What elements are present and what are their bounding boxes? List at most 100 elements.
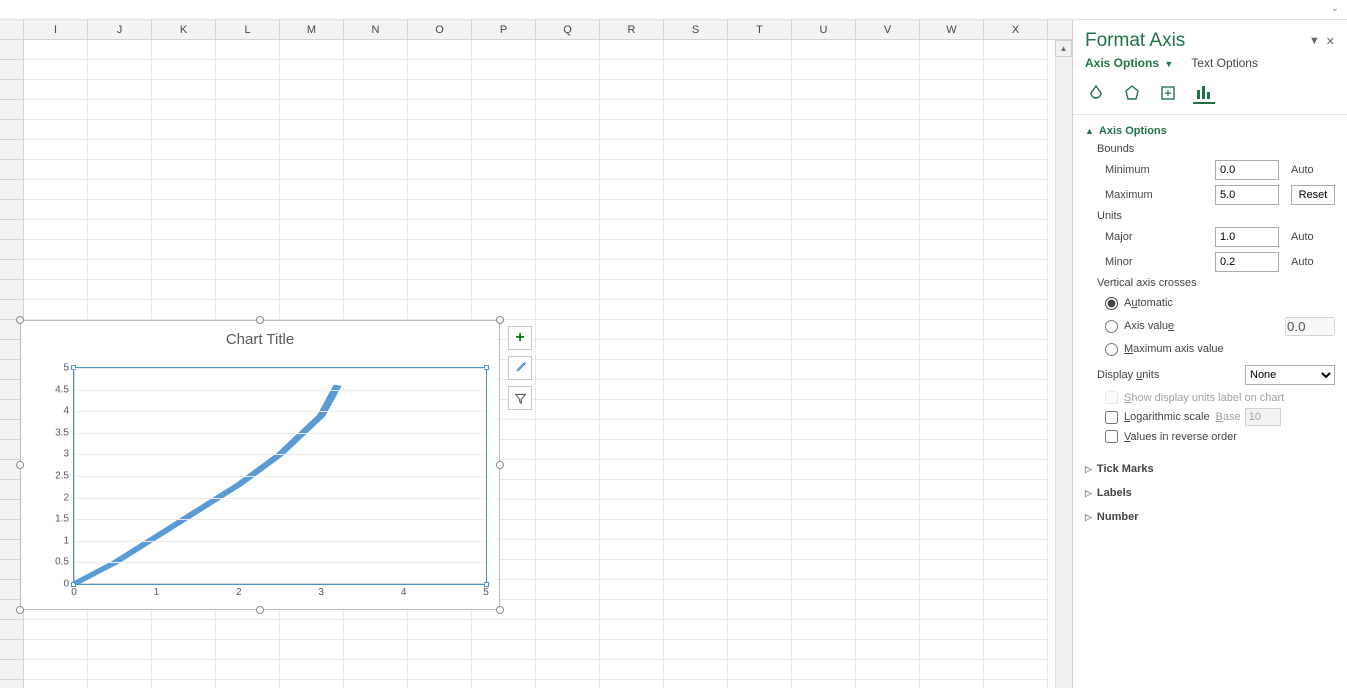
maximum-input[interactable]	[1215, 185, 1279, 205]
cell[interactable]	[152, 680, 216, 688]
cell[interactable]	[728, 380, 792, 400]
cell[interactable]	[920, 200, 984, 220]
cell[interactable]	[728, 100, 792, 120]
cell[interactable]	[728, 320, 792, 340]
cell[interactable]	[984, 100, 1048, 120]
cell[interactable]	[664, 360, 728, 380]
cell[interactable]	[216, 280, 280, 300]
cell[interactable]	[216, 260, 280, 280]
col-header[interactable]: P	[472, 20, 536, 39]
cell[interactable]	[408, 40, 472, 60]
cell[interactable]	[600, 480, 664, 500]
labels-section[interactable]: ▷Labels	[1073, 481, 1347, 505]
cell[interactable]	[792, 100, 856, 120]
cell[interactable]	[920, 460, 984, 480]
cell[interactable]	[536, 600, 600, 620]
cell[interactable]	[728, 240, 792, 260]
cell[interactable]	[792, 480, 856, 500]
reverse-order-checkbox[interactable]	[1105, 430, 1118, 443]
cell[interactable]	[408, 100, 472, 120]
cell[interactable]	[536, 660, 600, 680]
cell[interactable]	[600, 180, 664, 200]
cell[interactable]	[984, 680, 1048, 688]
cell[interactable]	[664, 680, 728, 688]
cell[interactable]	[728, 260, 792, 280]
cell[interactable]	[856, 480, 920, 500]
cell[interactable]	[88, 240, 152, 260]
cell[interactable]	[408, 640, 472, 660]
col-header[interactable]: L	[216, 20, 280, 39]
row-header[interactable]	[0, 160, 24, 180]
cell[interactable]	[216, 100, 280, 120]
row-header[interactable]	[0, 200, 24, 220]
cell[interactable]	[600, 680, 664, 688]
col-header[interactable]: K	[152, 20, 216, 39]
scroll-up-button[interactable]: ▲	[1055, 40, 1072, 57]
cell[interactable]	[600, 280, 664, 300]
cell[interactable]	[344, 60, 408, 80]
cell[interactable]	[600, 460, 664, 480]
cell[interactable]	[792, 600, 856, 620]
cell[interactable]	[920, 680, 984, 688]
pane-options-dropdown-icon[interactable]: ▼	[1309, 35, 1320, 47]
cell[interactable]	[600, 660, 664, 680]
cell[interactable]	[344, 280, 408, 300]
cell[interactable]	[920, 320, 984, 340]
cell[interactable]	[984, 240, 1048, 260]
cell[interactable]	[792, 560, 856, 580]
cell[interactable]	[280, 120, 344, 140]
cell[interactable]	[152, 620, 216, 640]
cell[interactable]	[664, 380, 728, 400]
cell[interactable]	[856, 140, 920, 160]
cell[interactable]	[920, 620, 984, 640]
cell[interactable]	[984, 600, 1048, 620]
col-header[interactable]: O	[408, 20, 472, 39]
cell[interactable]	[408, 260, 472, 280]
cell[interactable]	[152, 240, 216, 260]
cell[interactable]	[728, 120, 792, 140]
row-header[interactable]	[0, 140, 24, 160]
chart-title[interactable]: Chart Title	[21, 321, 499, 354]
cell[interactable]	[344, 300, 408, 320]
cell[interactable]	[728, 580, 792, 600]
cell[interactable]	[24, 220, 88, 240]
cell[interactable]	[920, 260, 984, 280]
cell[interactable]	[536, 620, 600, 640]
resize-handle-icon[interactable]	[16, 606, 24, 614]
cell[interactable]	[792, 620, 856, 640]
cell[interactable]	[728, 600, 792, 620]
col-header[interactable]: N	[344, 20, 408, 39]
cell[interactable]	[856, 420, 920, 440]
cell[interactable]	[856, 380, 920, 400]
cell[interactable]	[984, 200, 1048, 220]
cell[interactable]	[792, 220, 856, 240]
cell[interactable]	[728, 400, 792, 420]
cell[interactable]	[856, 280, 920, 300]
axis-options-header[interactable]: ▲Axis Options	[1085, 125, 1335, 137]
cell[interactable]	[280, 680, 344, 688]
cell[interactable]	[984, 400, 1048, 420]
cell[interactable]	[472, 240, 536, 260]
cell[interactable]	[88, 200, 152, 220]
cell[interactable]	[792, 360, 856, 380]
ribbon-collapse-icon[interactable]: ⌄	[1331, 3, 1339, 14]
cell[interactable]	[408, 140, 472, 160]
cell[interactable]	[984, 560, 1048, 580]
cell[interactable]	[408, 220, 472, 240]
cell[interactable]	[88, 120, 152, 140]
cell[interactable]	[24, 620, 88, 640]
cell[interactable]	[728, 60, 792, 80]
cell[interactable]	[664, 660, 728, 680]
cell[interactable]	[88, 620, 152, 640]
cell[interactable]	[792, 420, 856, 440]
cell[interactable]	[984, 540, 1048, 560]
cell[interactable]	[152, 280, 216, 300]
cell[interactable]	[280, 220, 344, 240]
cell[interactable]	[984, 320, 1048, 340]
col-header[interactable]: J	[88, 20, 152, 39]
cell[interactable]	[792, 260, 856, 280]
cell[interactable]	[24, 140, 88, 160]
cell[interactable]	[600, 360, 664, 380]
cell[interactable]	[408, 180, 472, 200]
cell[interactable]	[664, 200, 728, 220]
